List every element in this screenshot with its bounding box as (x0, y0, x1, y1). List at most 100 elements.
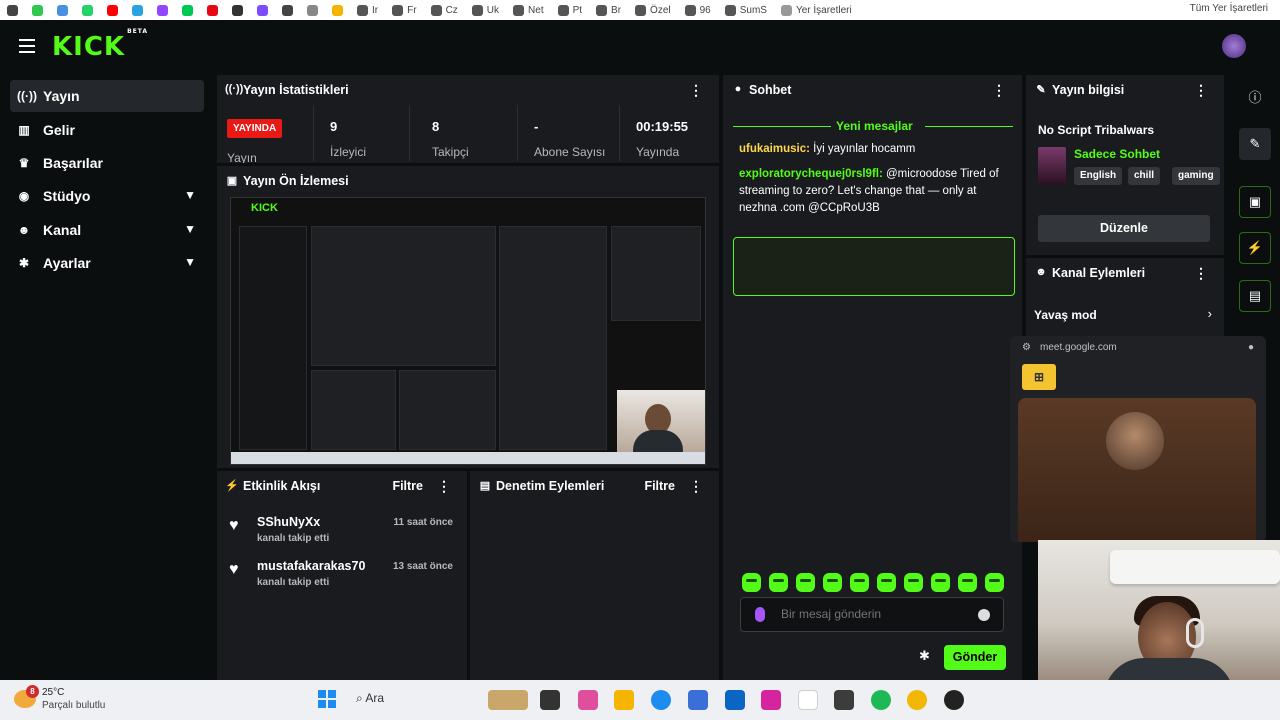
kebab-menu-icon[interactable]: ⋮ (1194, 265, 1208, 282)
bolt-icon[interactable]: ⚡ (1239, 232, 1271, 264)
bookmark-item[interactable]: 96 (678, 4, 718, 16)
obs-icon[interactable] (944, 690, 964, 710)
edge-icon[interactable] (651, 690, 671, 710)
bookmark-item[interactable]: Uk (465, 4, 506, 16)
microphone-icon[interactable] (755, 607, 765, 622)
document-icon[interactable]: ▤ (1239, 280, 1271, 312)
sidebar-item-ayarlar[interactable]: ✱ Ayarlar ▼ (10, 247, 204, 279)
sidebar-item-studyo[interactable]: ◉ Stüdyo ▼ (10, 180, 204, 212)
chat-username[interactable]: ufukaimusic: (739, 143, 810, 155)
stream-preview[interactable]: KICK (230, 197, 706, 465)
preview-toggle-icon[interactable]: ▣ (1239, 186, 1271, 218)
tag[interactable]: gaming (1172, 167, 1220, 185)
activity-user[interactable]: mustafakarakas70 (257, 559, 365, 573)
emote-icon[interactable] (742, 573, 761, 592)
kebab-menu-icon[interactable]: ⋮ (992, 82, 1006, 99)
sidebar-item-gelir[interactable]: ▥ Gelir (10, 114, 204, 146)
meet-pip-window[interactable]: ⚙ meet.google.com ● ⊞ (1010, 336, 1266, 542)
send-button[interactable]: Gönder (944, 645, 1006, 670)
stat-value: 8 (432, 119, 440, 134)
emoji-icon[interactable] (978, 609, 990, 621)
emote-icon[interactable] (796, 573, 815, 592)
kebab-menu-icon[interactable]: ⋮ (689, 82, 703, 99)
activity-user[interactable]: SShuNyXx (257, 515, 320, 529)
chat-message: ufukaimusic: İyi yayınlar hocamm (739, 141, 1009, 158)
kebab-menu-icon[interactable]: ⋮ (689, 478, 703, 495)
sidebar-item-basarilar[interactable]: ♛ Başarılar (10, 147, 204, 179)
pencil-icon[interactable]: ✎ (1239, 128, 1271, 160)
app-icon[interactable] (834, 690, 854, 710)
bookmarks-right[interactable]: Tüm Yer İşaretleri (1190, 3, 1268, 14)
chat-username[interactable]: exploratorychequej0rsl9fl: (739, 168, 883, 180)
chat-input-field[interactable] (781, 607, 971, 621)
chrome-icon[interactable] (907, 690, 927, 710)
bookmark-item[interactable] (25, 4, 50, 16)
outlook-icon[interactable] (725, 690, 745, 710)
filter-button[interactable]: Filtre (644, 479, 675, 493)
task-view-icon[interactable] (540, 690, 560, 710)
bookmark-item[interactable] (300, 4, 325, 16)
microphone-icon[interactable]: ● (1248, 342, 1254, 353)
bookmark-label: Yer İşaretleri (795, 4, 852, 16)
bookmark-item[interactable] (75, 4, 100, 16)
bookmark-item[interactable] (175, 4, 200, 16)
kick-logo[interactable]: KICKBETA (52, 28, 147, 62)
spotify-icon[interactable] (871, 690, 891, 710)
tag[interactable]: chill (1128, 167, 1161, 185)
search-highlight-icon[interactable] (488, 690, 528, 710)
kebab-menu-icon[interactable]: ⋮ (437, 478, 451, 495)
tag[interactable]: English (1074, 167, 1123, 185)
panel-title: Yayın bilgisi (1052, 83, 1125, 97)
emote-icon[interactable] (931, 573, 950, 592)
instagram-icon[interactable] (761, 690, 781, 710)
emote-icon[interactable] (877, 573, 896, 592)
bookmark-item[interactable]: Br (589, 4, 628, 16)
bookmark-item[interactable] (100, 4, 125, 16)
site-settings-icon[interactable]: ⚙ (1022, 342, 1031, 353)
channel-action-slow-mode[interactable]: Yavaş mod › (1034, 306, 1216, 326)
panel-title: Yayın Ön İzlemesi (243, 174, 349, 188)
bookmark-item[interactable] (275, 4, 300, 16)
bookmark-item[interactable]: Özel (628, 4, 678, 16)
bookmark-item[interactable] (50, 4, 75, 16)
bookmark-item[interactable]: Yer İşaretleri (774, 4, 859, 16)
bookmark-item[interactable] (0, 4, 25, 16)
bookmark-item[interactable] (200, 4, 225, 16)
bookmark-item[interactable]: SumS (718, 4, 774, 16)
emote-icon[interactable] (958, 573, 977, 592)
bookmark-item[interactable]: Pt (551, 4, 589, 16)
yandex-icon[interactable] (798, 690, 818, 710)
emote-icon[interactable] (769, 573, 788, 592)
sidebar-item-yayin[interactable]: ((·)) Yayın (10, 80, 204, 112)
sidebar-item-kanal[interactable]: ☻ Kanal ▼ (10, 214, 204, 246)
bookmark-item[interactable] (250, 4, 275, 16)
file-explorer-icon[interactable] (614, 690, 634, 710)
bookmark-item[interactable]: Ir (350, 4, 385, 16)
emote-icon[interactable] (904, 573, 923, 592)
user-avatar[interactable] (1222, 34, 1246, 58)
kebab-menu-icon[interactable]: ⋮ (1194, 82, 1208, 99)
gear-icon[interactable]: ✱ (919, 648, 930, 664)
bookmark-item[interactable]: Net (506, 4, 551, 16)
emote-icon[interactable] (850, 573, 869, 592)
bookmark-item[interactable] (125, 4, 150, 16)
filter-button[interactable]: Filtre (392, 479, 423, 493)
edit-button[interactable]: Düzenle (1038, 215, 1210, 242)
bookmark-item[interactable]: Cz (424, 4, 465, 16)
taskbar-search[interactable]: ⌕ Ara (356, 691, 384, 706)
emote-icon[interactable] (823, 573, 842, 592)
copilot-icon[interactable] (578, 690, 598, 710)
stat-uptime: 00:19:55 Yayında (619, 105, 719, 161)
bookmark-item[interactable] (150, 4, 175, 16)
info-icon[interactable]: ⓘ (1239, 80, 1271, 112)
chat-input[interactable] (740, 597, 1004, 632)
emote-icon[interactable] (985, 573, 1004, 592)
bookmark-item[interactable]: Fr (385, 4, 423, 16)
live-badge: YAYINDA (227, 119, 283, 138)
bookmark-item[interactable] (225, 4, 250, 16)
stream-category[interactable]: Sadece Sohbet (1074, 147, 1160, 161)
windows-start-icon[interactable] (318, 690, 336, 708)
store-icon[interactable] (688, 690, 708, 710)
menu-icon[interactable] (19, 39, 35, 53)
bookmark-item[interactable] (325, 4, 350, 16)
